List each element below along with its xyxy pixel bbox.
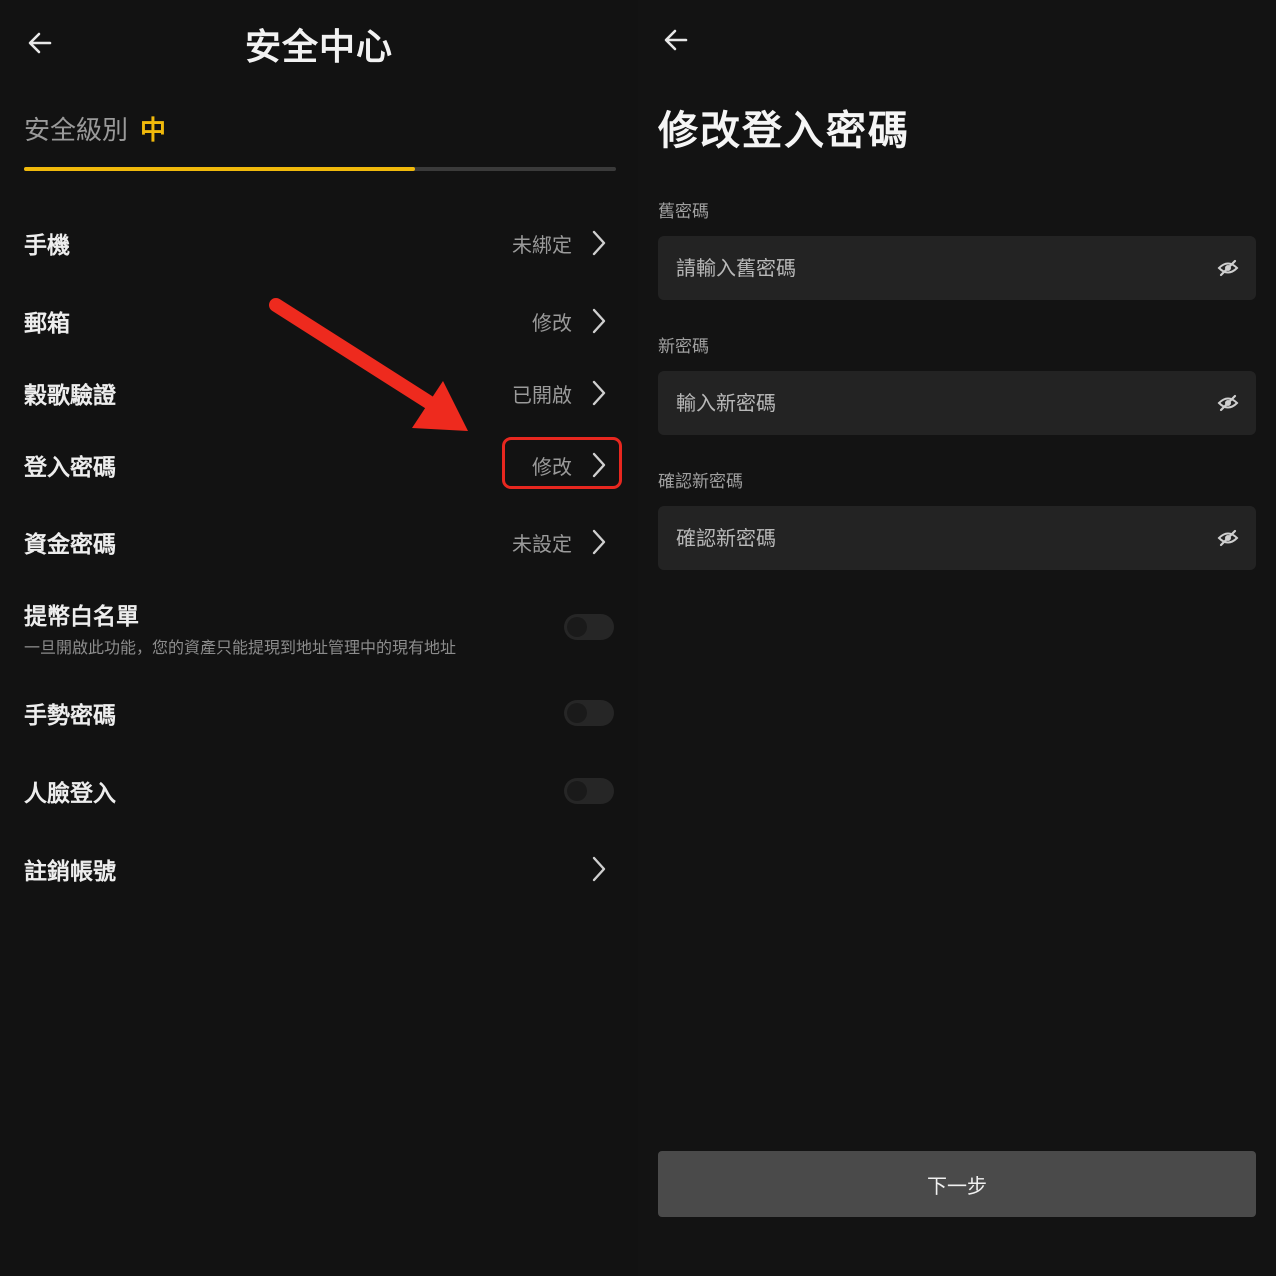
toggle-knob [567, 617, 587, 637]
row-value: 未設定 [512, 531, 572, 556]
new-password-input[interactable] [658, 390, 1216, 416]
chevron-right-icon [590, 379, 608, 407]
security-level: 安全級別中 [24, 110, 166, 147]
gesture-password-toggle[interactable] [564, 700, 614, 726]
row-value: 未綁定 [512, 232, 572, 257]
eye-off-icon[interactable] [1216, 256, 1240, 280]
security-level-progress-fill [24, 167, 415, 171]
back-button[interactable] [656, 20, 696, 60]
row-label: 手勢密碼 [24, 703, 116, 729]
old-password-label: 舊密碼 [658, 202, 709, 222]
next-step-button[interactable]: 下一步 [658, 1151, 1256, 1217]
row-delete-account-action[interactable] [590, 855, 608, 883]
row-phone-action[interactable]: 未綁定 [512, 229, 608, 258]
red-arrow-annotation [269, 298, 468, 431]
row-withdraw-whitelist-description: 一旦開啟此功能，您的資產只能提現到地址管理中的現有地址 [24, 638, 457, 657]
row-email-action[interactable]: 修改 [532, 307, 608, 336]
new-password-field[interactable] [658, 371, 1256, 435]
highlight-box [502, 437, 622, 489]
page: 安全中心 安全級別中 手機 未綁定 郵箱 修改 穀歌驗證 已開啟 登入密碼 修改… [0, 0, 1276, 1276]
row-label: 穀歌驗證 [24, 383, 116, 409]
chevron-right-icon [590, 855, 608, 883]
row-label: 資金密碼 [24, 532, 116, 558]
old-password-input[interactable] [658, 255, 1216, 281]
security-level-value: 中 [140, 116, 167, 146]
row-value: 已開啟 [512, 382, 572, 407]
chevron-right-icon [590, 229, 608, 257]
row-label: 登入密碼 [24, 455, 116, 481]
chevron-right-icon [590, 307, 608, 335]
row-label: 註銷帳號 [24, 859, 116, 885]
row-label: 郵箱 [24, 311, 70, 337]
security-level-progress [24, 167, 616, 171]
row-label: 人臉登入 [24, 781, 116, 807]
old-password-field[interactable] [658, 236, 1256, 300]
eye-off-icon[interactable] [1216, 526, 1240, 550]
security-level-label: 安全級別 [24, 116, 129, 146]
confirm-password-label: 確認新密碼 [658, 472, 743, 492]
row-label: 手機 [24, 233, 70, 259]
row-gesture-password: 手勢密碼 [24, 691, 614, 735]
row-label: 提幣白名單 [24, 604, 139, 630]
row-fund-password-action[interactable]: 未設定 [512, 528, 608, 557]
row-face-login: 人臉登入 [24, 769, 614, 813]
row-delete-account[interactable]: 註銷帳號 [24, 847, 614, 891]
toggle-knob [567, 781, 587, 801]
security-center-panel: 安全中心 安全級別中 手機 未綁定 郵箱 修改 穀歌驗證 已開啟 登入密碼 修改… [0, 0, 638, 1276]
row-phone[interactable]: 手機 未綁定 [24, 221, 614, 265]
row-value: 修改 [532, 310, 572, 335]
new-password-label: 新密碼 [658, 337, 709, 357]
withdraw-whitelist-toggle[interactable] [564, 614, 614, 640]
face-login-toggle[interactable] [564, 778, 614, 804]
row-google-auth-action[interactable]: 已開啟 [512, 379, 608, 408]
page-title: 修改登入密碼 [658, 108, 910, 154]
toggle-knob [567, 703, 587, 723]
chevron-right-icon [590, 528, 608, 556]
arrow-left-icon [664, 29, 688, 51]
row-withdraw-whitelist: 提幣白名單 [24, 592, 614, 636]
change-password-panel: 修改登入密碼 舊密碼 新密碼 確認新密碼 下一步 [638, 0, 1276, 1276]
eye-off-icon[interactable] [1216, 391, 1240, 415]
confirm-password-input[interactable] [658, 525, 1216, 551]
page-title: 安全中心 [244, 27, 393, 68]
confirm-password-field[interactable] [658, 506, 1256, 570]
row-fund-password[interactable]: 資金密碼 未設定 [24, 520, 614, 564]
